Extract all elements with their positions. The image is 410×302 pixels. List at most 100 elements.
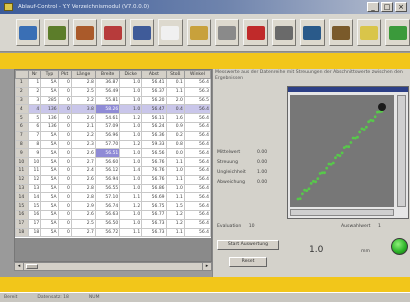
column-header[interactable]: Pkt (57, 70, 72, 79)
table-cell[interactable]: 2.0 (165, 95, 185, 106)
table-row[interactable]: 17 17 5A 0 2.5 56.50 1.0 56.73 1.2 56.4 (15, 218, 211, 229)
table-cell[interactable]: 1.0 (119, 157, 143, 167)
table-cell[interactable]: 56.73 (141, 227, 167, 238)
table-cell[interactable]: 1.1 (165, 192, 185, 203)
table-cell[interactable]: 0.9 (165, 121, 185, 132)
table-cell[interactable]: 2.1 (70, 121, 96, 132)
table-cell[interactable]: 56.12 (94, 165, 121, 176)
table-cell[interactable]: 0 (57, 174, 72, 185)
table-cell[interactable]: 5A (40, 139, 59, 150)
table-cell[interactable]: 56.24 (141, 121, 167, 132)
table-cell[interactable]: 1.0 (119, 95, 143, 106)
toolbar-button-11[interactable] (328, 19, 354, 46)
table-cell[interactable]: 56.4 (183, 183, 211, 194)
table-cell[interactable]: 56.63 (94, 209, 121, 220)
table-cell[interactable]: 5A (40, 192, 59, 203)
table-cell[interactable]: 0.2 (165, 130, 185, 141)
scroll-left-arrow-icon[interactable]: ◂ (15, 263, 24, 270)
table-cell[interactable]: 1.1 (119, 192, 143, 203)
table-cell[interactable]: 0.8 (165, 139, 185, 150)
table-cell[interactable]: 56.60 (94, 157, 121, 167)
table-cell[interactable]: 8 (27, 139, 42, 150)
table-cell[interactable]: 56.4 (183, 165, 211, 176)
table-cell[interactable]: 1.2 (119, 113, 143, 123)
table-cell[interactable]: 56.94 (94, 174, 121, 185)
table-cell[interactable]: 1.0 (119, 148, 143, 159)
table-row[interactable]: 10 10 5A 0 2.7 56.60 1.0 56.76 1.1 56.4 (15, 157, 211, 167)
table-cell[interactable]: 1.0 (119, 183, 143, 194)
table-cell[interactable]: 15 (27, 201, 42, 211)
toolbar-button-4[interactable] (129, 19, 155, 46)
table-cell[interactable]: 5A (40, 209, 59, 220)
toolbar-button-0[interactable] (16, 19, 41, 46)
table-row[interactable]: 9 9 5A 0 2.6 56.51 1.0 56.56 0.0 56.4 (15, 148, 211, 159)
minimize-button[interactable]: _ (367, 2, 379, 12)
table-cell[interactable]: 136 (40, 113, 59, 123)
table-cell[interactable]: 1.0 (165, 183, 185, 194)
toolbar-button-5[interactable] (158, 19, 183, 46)
table-cell[interactable]: 56.56 (141, 148, 167, 159)
table-cell[interactable]: 56.4 (183, 113, 211, 123)
table-cell[interactable]: 5A (40, 78, 59, 88)
table-row[interactable]: 15 15 5A 0 2.9 56.74 1.2 56.75 1.5 56.4 (15, 201, 211, 211)
table-cell[interactable]: 2.5 (70, 218, 96, 229)
table-cell[interactable]: 2.4 (70, 165, 96, 176)
table-cell[interactable]: 5A (40, 227, 59, 238)
start-evaluation-button[interactable]: Start Auswertung (217, 240, 279, 250)
table-cell[interactable]: 2.5 (70, 86, 96, 97)
table-row[interactable]: 8 8 5A 0 2.3 57.70 1.2 59.33 0.8 56.4 (15, 139, 211, 150)
plot-vertical-scrollbar[interactable] (397, 95, 406, 207)
table-cell[interactable]: 6 (27, 121, 42, 132)
table-cell[interactable]: 136 (40, 104, 59, 115)
table-cell[interactable]: 1.0 (119, 174, 143, 185)
table-cell[interactable]: 57.09 (94, 121, 121, 132)
table-cell[interactable]: 2.9 (70, 201, 96, 211)
table-cell[interactable]: 5A (40, 148, 59, 159)
table-cell[interactable]: 2.6 (70, 113, 96, 123)
table-cell[interactable]: 0.1 (165, 78, 185, 88)
table-row[interactable]: 7 7 5A 0 2.2 56.96 1.0 56.36 0.2 56.4 (15, 130, 211, 141)
table-cell[interactable]: 0 (57, 78, 72, 88)
table-cell[interactable]: 5 (27, 113, 42, 123)
table-cell[interactable]: 57.10 (94, 192, 121, 203)
table-cell[interactable]: 56.11 (141, 113, 167, 123)
table-cell[interactable]: 136 (40, 121, 59, 132)
column-header[interactable]: Stoß (165, 70, 185, 79)
table-cell[interactable]: 54.61 (94, 113, 121, 123)
table-cell[interactable]: 56.74 (94, 201, 121, 211)
table-row[interactable]: 13 13 5A 0 2.8 56.55 1.0 56.86 1.0 56.4 (15, 183, 211, 194)
table-cell[interactable]: 0 (57, 218, 72, 229)
table-cell[interactable]: 3 (27, 95, 42, 106)
table-cell[interactable]: 2 (27, 86, 42, 97)
table-cell[interactable]: 1.2 (119, 139, 143, 150)
table-cell[interactable]: 56.4 (183, 78, 211, 88)
table-cell[interactable]: 285 (40, 95, 59, 106)
table-cell[interactable]: 58.26 (94, 104, 121, 115)
table-cell[interactable]: 1.0 (119, 130, 143, 141)
table-cell[interactable]: 56.73 (141, 218, 167, 229)
toolbar-button-2[interactable] (72, 19, 98, 46)
table-cell[interactable]: 56.4 (183, 192, 211, 203)
table-cell[interactable]: 56.5 (183, 95, 211, 106)
table-cell[interactable]: 56.4 (183, 209, 211, 220)
table-cell[interactable]: 1.4 (119, 165, 143, 176)
table-row[interactable]: 3 3 285 0 2.2 55.81 1.0 56.20 2.0 56.5 (15, 95, 211, 106)
table-cell[interactable]: 18 (27, 227, 42, 238)
table-cell[interactable]: 36.87 (94, 78, 121, 88)
table-row[interactable]: 4 4 136 0 3.8 58.26 1.0 56.47 0.4 56.4 (15, 104, 211, 115)
table-cell[interactable]: 56.4 (183, 227, 211, 238)
toolbar-button-1[interactable] (44, 19, 69, 46)
table-cell[interactable]: 56.69 (141, 192, 167, 203)
table-cell[interactable]: 1.1 (165, 174, 185, 185)
table-cell[interactable]: 56.3 (183, 86, 211, 97)
table-cell[interactable]: 56.41 (141, 78, 167, 88)
table-cell[interactable]: 2.8 (70, 183, 96, 194)
table-cell[interactable]: 17 (27, 218, 42, 229)
table-cell[interactable]: 55.81 (94, 95, 121, 106)
table-cell[interactable]: 56.4 (183, 104, 211, 115)
table-cell[interactable]: 0 (57, 148, 72, 159)
table-cell[interactable]: 2.6 (70, 174, 96, 185)
table-cell[interactable]: 2.6 (70, 148, 96, 159)
table-cell[interactable]: 56.76 (141, 157, 167, 167)
table-cell[interactable]: 0 (57, 86, 72, 97)
